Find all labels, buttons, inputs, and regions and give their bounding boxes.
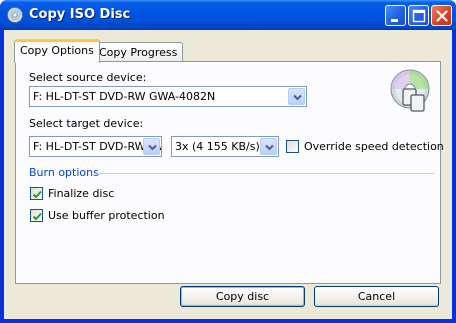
target-device-label: Select target device: [29,117,144,130]
maximize-icon [412,9,426,23]
check-icon [32,212,42,221]
write-speed-select[interactable]: 3x (4 155 KB/s) [171,136,279,157]
title-bar[interactable]: Copy ISO Disc [0,0,456,30]
minimize-icon [391,19,398,22]
copy-disc-button[interactable]: Copy disc [180,286,305,307]
cd-icon [7,7,23,23]
minimize-button[interactable] [385,5,406,26]
override-speed-label[interactable]: Override speed detection [304,140,444,153]
cancel-button-label: Cancel [357,290,396,303]
cancel-button[interactable]: Cancel [314,286,439,307]
chevron-down-icon[interactable] [260,138,277,155]
tab-copy-options[interactable]: Copy Options [14,39,100,63]
tab-copy-progress[interactable]: Copy Progress [93,42,184,61]
source-device-label: Select source device: [29,71,147,84]
close-icon [436,10,448,22]
target-device-select[interactable]: F: HL-DT-ST DVD-RW GWA-4082N [29,136,162,157]
copy-iso-disc-window: Copy ISO Disc Copy Options Copy Progress [0,0,456,323]
burn-options-title: Burn options [29,166,99,179]
tab-copy-options-label: Copy Options [20,44,94,57]
window-title: Copy ISO Disc [29,7,131,22]
copy-disc-button-label: Copy disc [215,290,270,303]
chevron-down-icon[interactable] [288,88,305,105]
write-speed-value: 3x (4 155 KB/s) [175,140,260,153]
finalize-disc-label[interactable]: Finalize disc [48,187,114,200]
buffer-protection-label[interactable]: Use buffer protection [48,209,165,222]
tab-copy-progress-label: Copy Progress [99,46,178,59]
override-speed-checkbox[interactable] [286,140,299,153]
disc-copy-icon [389,67,435,113]
chevron-down-icon[interactable] [143,138,160,155]
source-device-value: F: HL-DT-ST DVD-RW GWA-4082N [33,90,216,103]
copy-options-panel: Select source device: F: HL-DT-ST DVD-RW… [15,61,444,284]
buffer-protection-checkbox[interactable] [30,209,43,222]
finalize-disc-checkbox[interactable] [30,187,43,200]
group-divider [97,173,434,174]
check-icon [32,190,42,199]
dialog-body: Copy Options Copy Progress Select source… [4,30,452,319]
close-button[interactable] [431,5,452,26]
maximize-button[interactable] [408,5,429,26]
source-device-select[interactable]: F: HL-DT-ST DVD-RW GWA-4082N [29,86,307,107]
